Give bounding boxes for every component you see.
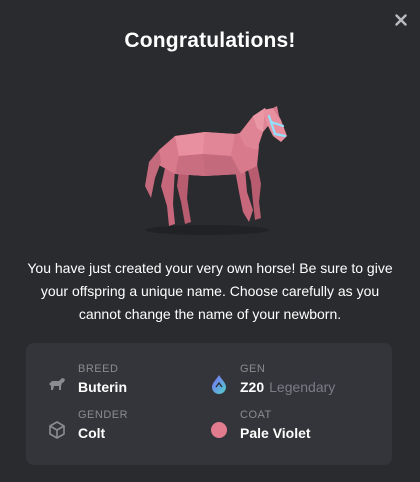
congratulations-modal: Congratulations! You have just created y…	[0, 0, 420, 482]
close-button[interactable]	[392, 11, 410, 29]
gen-label: GEN	[240, 363, 266, 375]
modal-title: Congratulations!	[124, 29, 296, 52]
creation-message: You have just created your very own hors…	[27, 260, 393, 322]
gen-value-row: Z20 Legendary	[240, 379, 335, 395]
gen-value: Z20	[240, 379, 265, 395]
gender-label: GENDER	[78, 409, 129, 421]
coat-label: COAT	[240, 409, 272, 421]
horse-icon	[46, 373, 68, 395]
gen-drop-icon	[208, 373, 230, 395]
breed-label: BREED	[78, 363, 119, 375]
cube-icon	[46, 419, 68, 441]
close-icon	[395, 14, 407, 26]
gender-value: Colt	[78, 425, 106, 441]
horse-attributes-card: BREED Buterin GEN Z20 Legendary GENDER C…	[26, 343, 392, 465]
coat-swatch-icon	[208, 419, 230, 441]
coat-value: Pale Violet	[240, 425, 311, 441]
breed-value: Buterin	[78, 379, 127, 395]
horse-image	[135, 106, 295, 236]
gen-rarity: Legendary	[269, 379, 336, 395]
